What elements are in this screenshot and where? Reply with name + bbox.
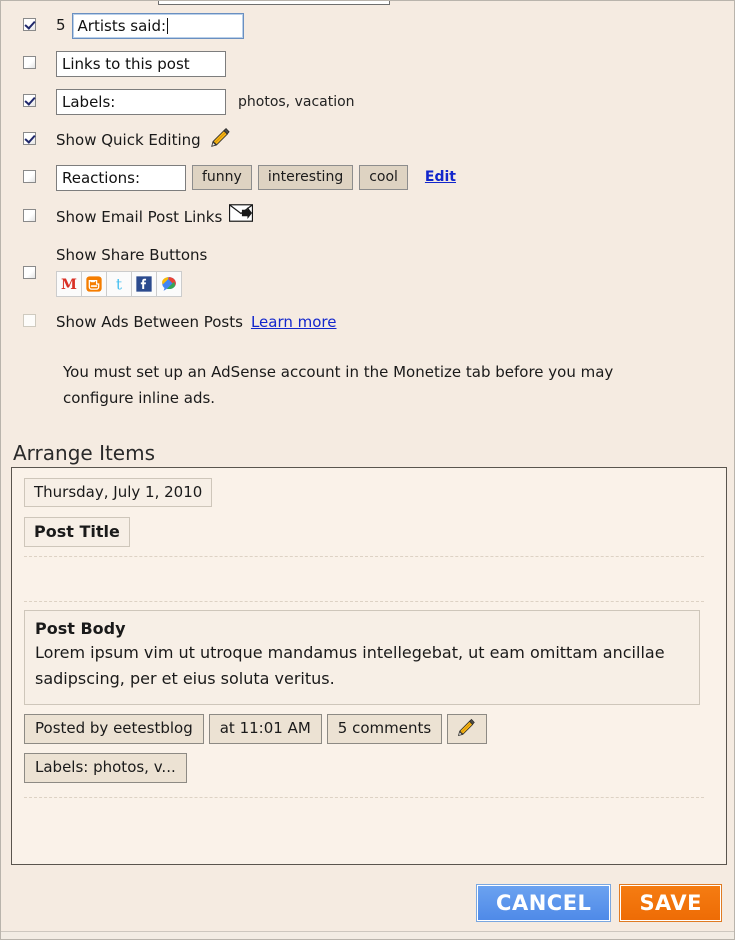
checkbox-share-buttons[interactable] [23,266,36,279]
ads-learn-more-link[interactable]: Learn more [251,309,337,335]
page-bottom-strip [1,931,734,939]
option-body-quick-editing: Show Quick Editing [56,127,231,153]
svg-text:M: M [61,276,77,293]
labels-label-input[interactable]: Labels: [56,89,226,115]
backlinks-label-input[interactable]: Links to this post [56,51,226,77]
settings-page: 5 Artists said: Links to this post Label… [0,0,735,940]
backlinks-label-value: Links to this post [62,55,190,73]
labels-sample-text: photos, vacation [238,94,355,110]
reaction-chip-interesting[interactable]: interesting [257,165,354,190]
option-row-comments: 5 Artists said: [1,13,734,43]
arrange-drop-divider-bottom [24,601,704,602]
reaction-chip-funny[interactable]: funny [192,165,252,190]
option-body-comments: 5 Artists said: [56,13,244,39]
email-post-links-label: Show Email Post Links [56,208,223,226]
option-row-backlinks: Links to this post [1,51,734,81]
adsense-note: You must set up an AdSense account in th… [63,363,614,407]
option-row-share-buttons: Show Share Buttons M t [1,242,734,297]
meta-button-comments[interactable]: 5 comments [326,714,443,744]
form-footer: CANCEL SAVE [1,881,734,925]
arrange-items-panel: Thursday, July 1, 2010 Post Title Post B… [11,467,727,865]
option-row-labels: Labels: photos, vacation [1,89,734,119]
option-body-reactions: Reactions: funny interesting cool Edit [56,165,456,191]
checkbox-backlinks[interactable] [23,56,36,69]
checkbox-labels[interactable] [23,94,36,107]
svg-text:t: t [116,275,123,293]
cut-off-input-above[interactable] [158,1,390,5]
reaction-chip-cool[interactable]: cool [359,165,408,190]
option-row-quick-editing: Show Quick Editing [1,127,734,157]
quick-editing-label: Show Quick Editing [56,131,201,149]
arrange-items-inner: Thursday, July 1, 2010 Post Title Post B… [24,478,704,798]
option-body-share-buttons: Show Share Buttons M t [56,242,207,297]
cancel-button[interactable]: CANCEL [477,885,611,921]
meta-button-time[interactable]: at 11:01 AM [208,714,322,744]
share-buttons-label: Show Share Buttons [56,246,208,264]
comments-label-input[interactable]: Artists said: [71,13,244,39]
post-options-list: 5 Artists said: Links to this post Label… [1,13,734,339]
buzz-icon[interactable] [156,271,182,297]
save-button[interactable]: SAVE [620,885,721,921]
text-caret [167,18,169,34]
twitter-icon[interactable]: t [106,271,132,297]
option-body-ads-between-posts: Show Ads Between Posts Learn more [56,309,337,335]
arrange-block-date[interactable]: Thursday, July 1, 2010 [24,478,213,507]
post-body-text: Lorem ipsum vim ut utroque mandamus inte… [35,643,665,688]
post-body-heading: Post Body [35,619,126,638]
labels-label-value: Labels: [62,93,116,111]
checkbox-comments[interactable] [23,18,36,31]
share-buttons-bar: M t [56,271,182,297]
arrange-drop-divider-footer [24,797,704,798]
reactions-edit-link[interactable]: Edit [425,165,456,190]
reactions-label-input[interactable]: Reactions: [56,165,186,191]
gmail-icon[interactable]: M [56,271,82,297]
option-row-email-post-links: Show Email Post Links [1,204,734,234]
meta-button-author[interactable]: Posted by eetestblog [24,714,204,744]
arrange-items-heading: Arrange Items [13,441,156,465]
pencil-icon [456,718,478,740]
option-body-email-post-links: Show Email Post Links [56,204,254,230]
comment-count: 5 [56,16,66,34]
arrange-empty-drop-zone[interactable] [24,557,704,601]
envelope-forward-icon [229,204,254,222]
checkbox-quick-editing[interactable] [23,132,36,145]
option-body-labels: Labels: photos, vacation [56,89,355,115]
arrange-block-post-title[interactable]: Post Title [24,517,130,547]
arrange-block-post-meta: Posted by eetestblog at 11:01 AM 5 comme… [24,714,704,744]
checkbox-reactions[interactable] [23,170,36,183]
option-body-backlinks: Links to this post [56,51,226,77]
arrange-block-post-body[interactable]: Post Body Lorem ipsum vim ut utroque man… [24,610,700,705]
checkbox-ads-between-posts[interactable] [23,314,36,327]
option-row-ads-between-posts: Show Ads Between Posts Learn more [1,309,734,339]
pencil-icon [209,127,231,149]
meta-button-quick-edit[interactable] [447,714,488,744]
facebook-icon[interactable] [131,271,157,297]
option-row-reactions: Reactions: funny interesting cool Edit [1,165,734,195]
meta-button-labels[interactable]: Labels: photos, v... [24,753,187,783]
ads-between-posts-label: Show Ads Between Posts [56,313,243,331]
checkbox-email-post-links[interactable] [23,209,36,222]
arrange-block-labels-row: Labels: photos, v... [24,753,704,783]
reactions-label-value: Reactions: [62,169,141,187]
blogger-icon[interactable] [81,271,107,297]
comments-label-value: Artists said: [77,17,167,35]
